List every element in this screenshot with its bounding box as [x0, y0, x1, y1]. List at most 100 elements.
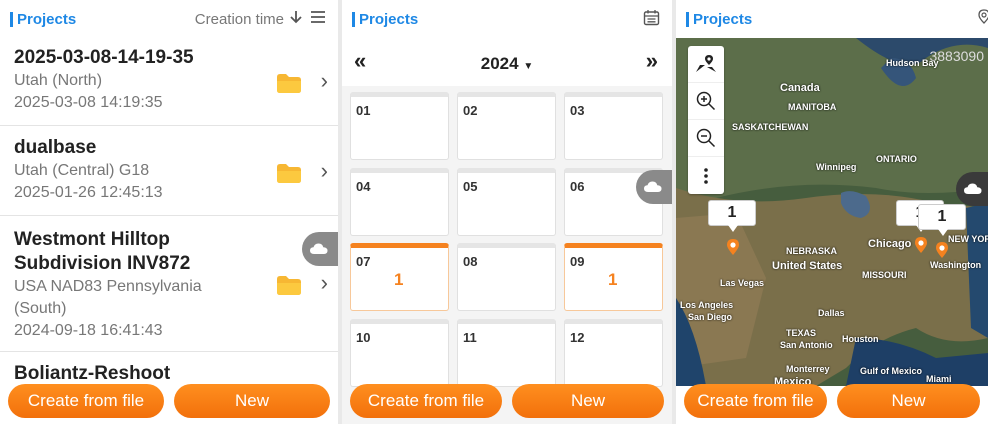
month-label: 08: [463, 254, 478, 269]
sort-direction-icon[interactable]: [290, 10, 302, 28]
create-from-file-button[interactable]: Create from file: [8, 384, 164, 418]
month-label: 11: [463, 330, 477, 345]
month-cell[interactable]: 07 1: [350, 243, 449, 311]
cloud-icon: [310, 243, 328, 254]
list-item[interactable]: 2025-03-08-14-19-35 Utah (North) 2025-03…: [0, 42, 338, 126]
more-options-button[interactable]: [688, 157, 724, 194]
month-cell[interactable]: 05: [457, 168, 556, 236]
folder-icon: [277, 74, 301, 93]
bottom-actions: Create from file New: [676, 384, 988, 424]
sort-label[interactable]: Creation time: [195, 11, 284, 28]
project-list: 2025-03-08-14-19-35 Utah (North) 2025-03…: [0, 38, 338, 424]
map-location-icon[interactable]: [976, 8, 988, 30]
map-pin-layers-icon: [696, 55, 716, 72]
zoom-out-icon: [696, 128, 716, 148]
project-name: Boliantz-Reshoot: [14, 363, 171, 384]
map-label-monterrey: Monterrey: [786, 364, 830, 374]
project-date: 2025-01-26 12:45:13: [14, 184, 163, 201]
month-count: 1: [608, 270, 618, 289]
map-label-miami: Miami: [926, 374, 952, 384]
chevron-right-icon[interactable]: ›: [321, 158, 328, 184]
create-from-file-button[interactable]: Create from file: [684, 384, 827, 418]
new-button[interactable]: New: [837, 384, 980, 418]
next-year-button[interactable]: »: [646, 48, 658, 74]
project-name: 2025-03-08-14-19-35: [14, 47, 194, 68]
map-label-winnipeg: Winnipeg: [816, 162, 857, 172]
month-label: 04: [356, 179, 371, 194]
project-cluster-callout[interactable]: 1: [708, 200, 756, 232]
cloud-icon: [964, 183, 982, 194]
project-marker-icon[interactable]: [914, 236, 928, 254]
month-label: 07: [356, 254, 371, 269]
map-label-las-vegas: Las Vegas: [720, 278, 765, 288]
new-button[interactable]: New: [512, 384, 664, 418]
map-view[interactable]: 3883090 Canada Hudson Bay MANITOBA SASKA…: [676, 38, 988, 386]
month-cell[interactable]: 01: [350, 92, 449, 160]
map-label-united-states: United States: [772, 260, 843, 272]
month-cell[interactable]: 03: [564, 92, 663, 160]
menu-icon[interactable]: [310, 10, 326, 28]
project-name: dualbase: [14, 137, 97, 158]
map-label-nebraska: NEBRASKA: [786, 246, 838, 256]
map-label-san-antonio: San Antonio: [780, 340, 833, 350]
map-label-hudson: Hudson Bay: [886, 58, 939, 68]
calendar-header: Projects: [342, 0, 672, 38]
map-label-washington: Washington: [930, 260, 982, 270]
map-label-new-york: NEW YORK: [948, 234, 988, 244]
month-label: 09: [570, 254, 585, 269]
map-label-houston: Houston: [842, 334, 879, 344]
map-label-canada: Canada: [780, 82, 820, 94]
year-selector[interactable]: 2024 ▼: [342, 54, 672, 74]
title-accent-bar: [352, 11, 355, 27]
project-map-panel: Projects 3883090 Canada Hudson Bay MANIT…: [676, 0, 988, 424]
map-label-missouri: MISSOURI: [862, 270, 907, 280]
map-layer-button[interactable]: [688, 46, 724, 83]
project-zone: USA NAD83 Pennsylvania (South): [14, 278, 202, 317]
project-cluster-callout[interactable]: 1: [918, 204, 966, 236]
cloud-sync-button[interactable]: [956, 172, 988, 206]
map-label-ontario: ONTARIO: [876, 154, 917, 164]
project-list-panel: Projects Creation time 2025-03-08-14-19-…: [0, 0, 338, 424]
page-title: Projects: [693, 10, 753, 28]
project-marker-icon[interactable]: [726, 238, 740, 256]
month-count: 1: [394, 270, 404, 289]
month-cell[interactable]: 11: [457, 319, 556, 387]
bottom-actions: Create from file New: [342, 384, 672, 424]
zoom-out-button[interactable]: [688, 120, 724, 157]
project-name: Westmont Hilltop Subdivision INV872: [14, 229, 191, 274]
folder-icon: [277, 276, 301, 295]
list-item[interactable]: Westmont Hilltop Subdivision INV872 USA …: [0, 216, 338, 352]
month-label: 02: [463, 103, 478, 118]
month-cell[interactable]: 02: [457, 92, 556, 160]
map-label-dallas: Dallas: [818, 308, 845, 318]
map-label-gulf: Gulf of Mexico: [860, 366, 923, 376]
month-label: 06: [570, 179, 585, 194]
map-label-chicago: Chicago: [868, 238, 912, 250]
month-label: 05: [463, 179, 478, 194]
year-navigator: « 2024 ▼ »: [342, 38, 672, 86]
year-label: 2024: [480, 54, 519, 73]
new-button[interactable]: New: [174, 384, 330, 418]
cloud-sync-button[interactable]: [302, 232, 338, 266]
month-cell[interactable]: 10: [350, 319, 449, 387]
month-cell[interactable]: 09 1: [564, 243, 663, 311]
cloud-sync-button[interactable]: [636, 170, 672, 204]
map-label-saskatchewan: SASKATCHEWAN: [732, 122, 809, 132]
map-header: Projects: [676, 0, 988, 38]
month-label: 12: [570, 330, 585, 345]
month-cell[interactable]: 08: [457, 243, 556, 311]
project-marker-icon[interactable]: [935, 241, 949, 259]
chevron-right-icon[interactable]: ›: [321, 68, 328, 94]
list-item[interactable]: dualbase Utah (Central) G18 2025-01-26 1…: [0, 126, 338, 216]
chevron-right-icon[interactable]: ›: [321, 270, 328, 296]
more-vertical-icon: [704, 167, 708, 184]
zoom-in-button[interactable]: [688, 83, 724, 120]
map-controls: [688, 46, 724, 194]
month-cell[interactable]: 04: [350, 168, 449, 236]
map-label-texas: TEXAS: [786, 328, 817, 338]
calendar-icon[interactable]: [643, 9, 660, 30]
create-from-file-button[interactable]: Create from file: [350, 384, 502, 418]
list-header: Projects Creation time: [0, 0, 338, 38]
month-cell[interactable]: 12: [564, 319, 663, 387]
map-label-los-angeles: Los Angeles: [680, 300, 734, 310]
